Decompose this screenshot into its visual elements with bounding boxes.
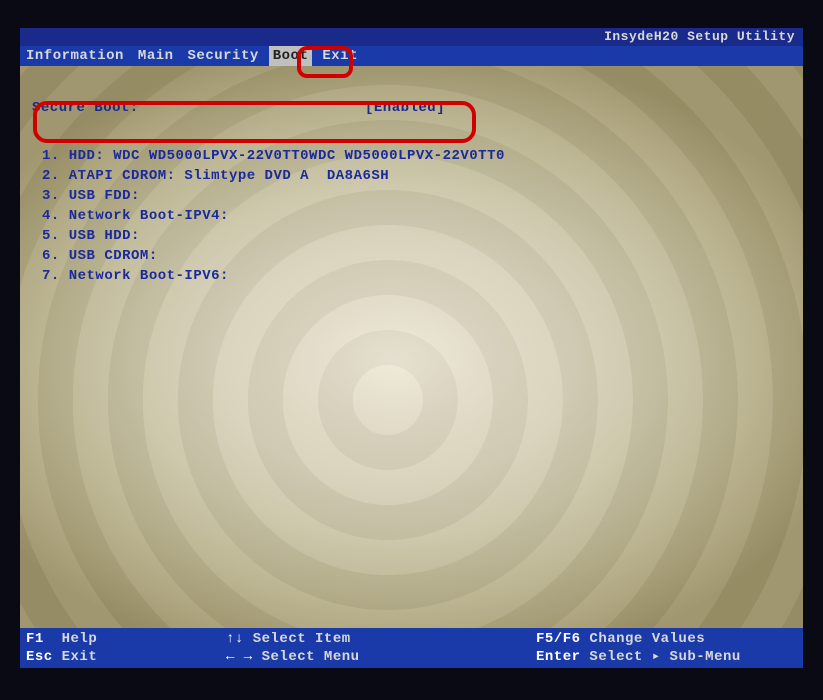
menu-item-main[interactable]: Main [134, 46, 178, 66]
f5f6-key: F5/F6 [536, 631, 581, 647]
boot-item-5[interactable]: 5. USB HDD: [42, 226, 793, 246]
menu-bar[interactable]: Information Main Security Boot Exit [20, 46, 803, 66]
utility-title-bar: InsydeH20 Setup Utility [20, 28, 803, 46]
monitor-frame: InsydeH20 Setup Utility Information Main… [0, 0, 823, 700]
esc-key: Esc [26, 649, 53, 665]
updown-label: Select Item [253, 631, 351, 647]
f1-key: F1 [26, 631, 44, 647]
boot-item-1[interactable]: 1. HDD: WDC WD5000LPVX-22V0TT0WDC WD5000… [42, 146, 793, 166]
esc-label: Exit [62, 649, 98, 665]
secure-boot-value[interactable]: [Enabled] [365, 100, 445, 116]
boot-item-4[interactable]: 4. Network Boot-IPV4: [42, 206, 793, 226]
enter-key: Enter [536, 649, 581, 665]
menu-item-boot[interactable]: Boot [269, 46, 313, 66]
secure-boot-label: Secure Boot: [30, 100, 365, 116]
boot-item-6[interactable]: 6. USB CDROM: [42, 246, 793, 266]
leftright-label: Select Menu [262, 649, 360, 665]
boot-tab-content: Secure Boot: [Enabled] Boot priority ord… [20, 66, 803, 296]
boot-item-2[interactable]: 2. ATAPI CDROM: Slimtype DVD A DA8A6SH [42, 166, 793, 186]
boot-priority-list[interactable]: 1. HDD: WDC WD5000LPVX-22V0TT0WDC WD5000… [30, 146, 793, 286]
boot-item-7[interactable]: 7. Network Boot-IPV6: [42, 266, 793, 286]
secure-boot-row[interactable]: Secure Boot: [Enabled] [30, 98, 793, 118]
menu-item-exit[interactable]: Exit [318, 46, 362, 66]
utility-title: InsydeH20 Setup Utility [604, 29, 795, 44]
menu-item-information[interactable]: Information [22, 46, 128, 66]
bios-screen: InsydeH20 Setup Utility Information Main… [20, 28, 803, 668]
menu-item-security[interactable]: Security [184, 46, 263, 66]
updown-key: ↑↓ [226, 631, 244, 647]
enter-label: Select ▸ Sub-Menu [589, 649, 740, 665]
help-footer: F1 Help ↑↓ Select Item F5/F6 Change Valu… [20, 628, 803, 668]
f5f6-label: Change Values [589, 631, 705, 647]
boot-item-3[interactable]: 3. USB FDD: [42, 186, 793, 206]
f1-label: Help [62, 631, 98, 647]
leftright-key: ← → [226, 649, 253, 665]
